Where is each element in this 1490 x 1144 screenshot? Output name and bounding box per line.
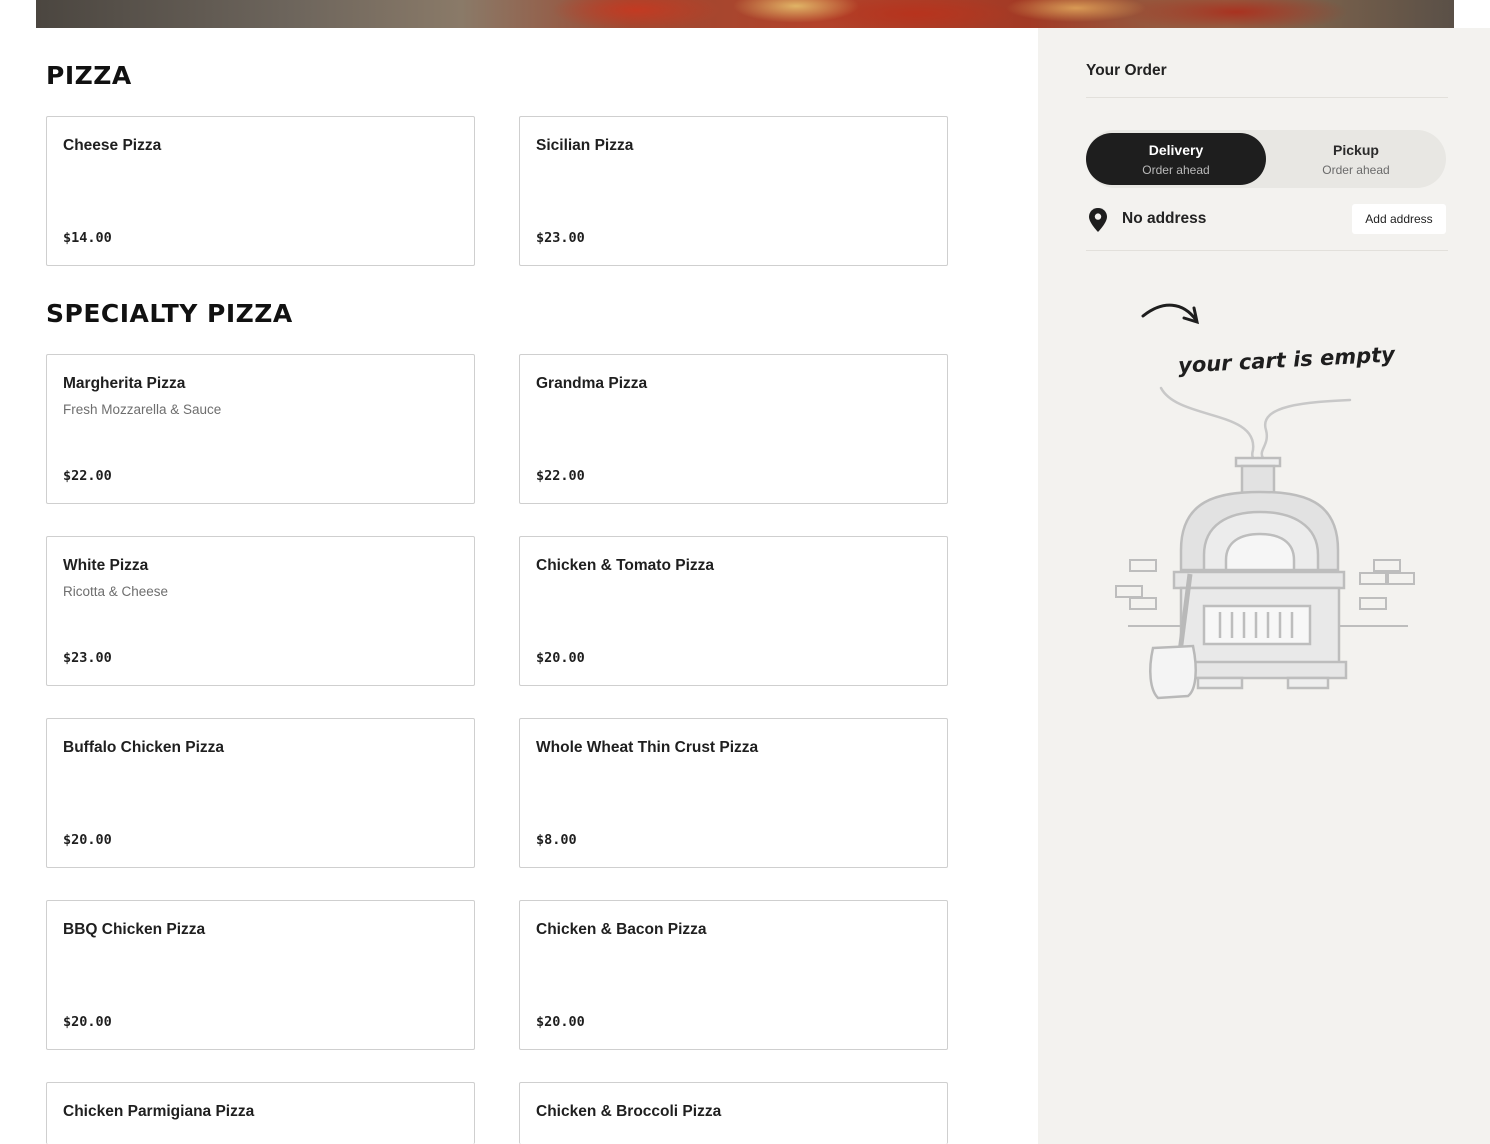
menu-item-card[interactable]: Chicken & Bacon Pizza $20.00 xyxy=(519,900,948,1050)
section-title-specialty-pizza: SPECIALTY PIZZA xyxy=(46,299,293,328)
menu-item-name: Margherita Pizza xyxy=(63,375,186,392)
menu-item-card[interactable]: Margherita Pizza Fresh Mozzarella & Sauc… xyxy=(46,354,475,504)
menu-item-description: Ricotta & Cheese xyxy=(63,584,169,599)
menu-item-price: $23.00 xyxy=(536,230,585,246)
add-address-button[interactable]: Add address xyxy=(1352,204,1446,234)
order-title: Your Order xyxy=(1086,62,1167,79)
menu-item-card[interactable]: Chicken Parmigiana Pizza xyxy=(46,1082,475,1144)
menu-item-card[interactable]: Cheese Pizza $14.00 xyxy=(46,116,475,266)
menu-item-name: Chicken & Bacon Pizza xyxy=(536,921,707,938)
delivery-sublabel: Order ahead xyxy=(1142,163,1210,177)
menu-item-card[interactable]: BBQ Chicken Pizza $20.00 xyxy=(46,900,475,1050)
menu-item-price: $20.00 xyxy=(536,650,585,666)
menu-item-card[interactable]: Whole Wheat Thin Crust Pizza $8.00 xyxy=(519,718,948,868)
menu-item-card[interactable]: Buffalo Chicken Pizza $20.00 xyxy=(46,718,475,868)
menu-item-card[interactable]: Sicilian Pizza $23.00 xyxy=(519,116,948,266)
menu-item-name: Chicken Parmigiana Pizza xyxy=(63,1103,255,1120)
hero-image xyxy=(36,0,1454,28)
menu-item-card[interactable]: Grandma Pizza $22.00 xyxy=(519,354,948,504)
curved-arrow-icon xyxy=(1141,303,1200,325)
pickup-option[interactable]: Pickup Order ahead xyxy=(1266,133,1446,185)
empty-cart-illustration: your cart is empty xyxy=(1115,303,1415,700)
menu-item-name: Cheese Pizza xyxy=(63,137,162,154)
menu-item-price: $20.00 xyxy=(63,1014,112,1030)
menu-item-card[interactable]: Chicken & Broccoli Pizza xyxy=(519,1082,948,1144)
pickup-label: Pickup xyxy=(1333,142,1379,158)
menu-item-price: $22.00 xyxy=(536,468,585,484)
delivery-option[interactable]: Delivery Order ahead xyxy=(1086,133,1266,185)
menu-item-price: $20.00 xyxy=(536,1014,585,1030)
menu-item-name: BBQ Chicken Pizza xyxy=(63,921,206,938)
menu-item-description: Fresh Mozzarella & Sauce xyxy=(63,402,222,417)
menu-item-name: Whole Wheat Thin Crust Pizza xyxy=(536,739,759,756)
menu-item-price: $8.00 xyxy=(536,832,577,848)
menu-item-name: Sicilian Pizza xyxy=(536,137,634,154)
menu-item-price: $20.00 xyxy=(63,832,112,848)
menu-item-name: Grandma Pizza xyxy=(536,375,648,392)
delivery-label: Delivery xyxy=(1148,142,1204,158)
menu-item-price: $14.00 xyxy=(63,230,112,246)
menu-item-card[interactable]: White Pizza Ricotta & Cheese $23.00 xyxy=(46,536,475,686)
menu-item-card[interactable]: Chicken & Tomato Pizza $20.00 xyxy=(519,536,948,686)
empty-cart-text: your cart is empty xyxy=(1178,342,1397,377)
divider xyxy=(1086,250,1448,251)
section-title-pizza: PIZZA xyxy=(46,61,132,90)
fulfillment-toggle: Delivery Order ahead Pickup Order ahead xyxy=(1086,130,1446,188)
order-sidebar: Your Order Delivery Order ahead Pickup O… xyxy=(1038,28,1490,1144)
address-status: No address xyxy=(1122,210,1207,227)
menu-item-price: $23.00 xyxy=(63,650,112,666)
menu-item-name: Buffalo Chicken Pizza xyxy=(63,739,225,756)
map-pin-icon xyxy=(1089,208,1107,232)
menu-item-price: $22.00 xyxy=(63,468,112,484)
menu-item-name: White Pizza xyxy=(63,557,149,574)
pickup-sublabel: Order ahead xyxy=(1322,163,1390,177)
menu-item-name: Chicken & Tomato Pizza xyxy=(536,557,714,574)
divider xyxy=(1086,97,1448,98)
menu-item-name: Chicken & Broccoli Pizza xyxy=(536,1103,722,1120)
